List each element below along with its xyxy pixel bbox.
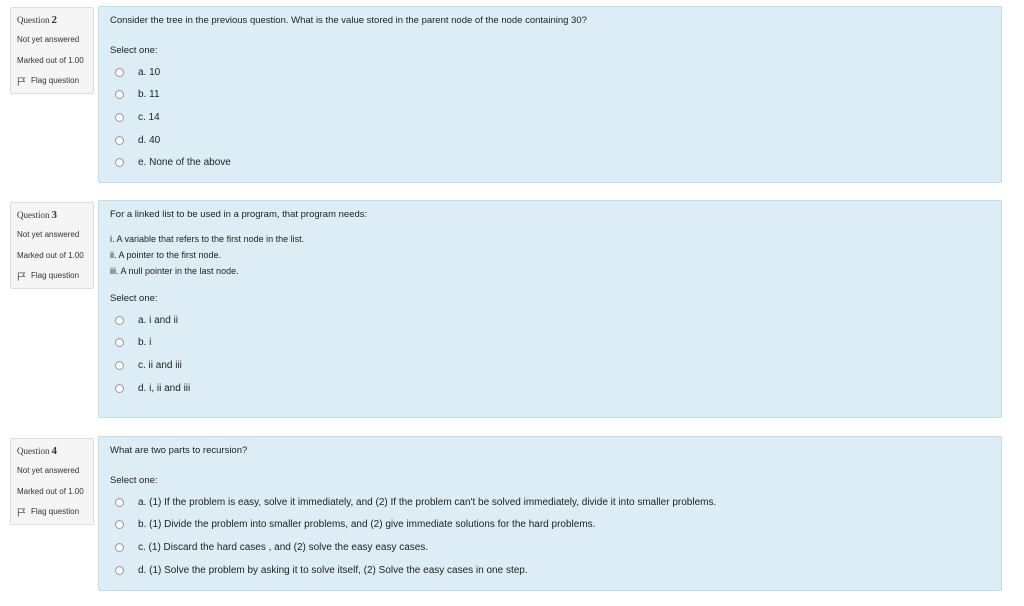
radio-button[interactable] xyxy=(115,520,124,530)
answer-options: a. 10 b. 11 c. 14 d. 40 e. None of the a… xyxy=(110,61,990,174)
question-number-value: 4 xyxy=(51,445,58,457)
question-content: What are two parts to recursion? Select … xyxy=(98,436,1002,591)
question-grade: Marked out of 1.00 xyxy=(17,251,84,260)
radio-button[interactable] xyxy=(115,338,124,348)
question-content: For a linked list to be used in a progra… xyxy=(98,200,1002,418)
answer-option-c[interactable]: c. (1) Discard the hard cases , and (2) … xyxy=(110,536,990,559)
question-label: Question xyxy=(17,210,50,220)
question-info-panel: Question 2 Not yet answered Marked out of… xyxy=(10,7,94,94)
question-info-panel: Question 3 Not yet answered Marked out of… xyxy=(10,202,94,289)
select-one-prompt: Select one: xyxy=(110,475,158,486)
question-grade: Marked out of 1.00 xyxy=(17,487,84,496)
radio-button[interactable] xyxy=(115,542,124,552)
option-label: e. None of the above xyxy=(138,157,231,169)
option-label: b. 11 xyxy=(138,89,160,101)
question-state: Not yet answered xyxy=(17,466,80,475)
question-label: Question xyxy=(17,446,50,456)
select-one-prompt: Select one: xyxy=(110,293,158,304)
question-number-value: 2 xyxy=(51,14,58,26)
question-grade: Marked out of 1.00 xyxy=(17,56,84,65)
option-label: d. (1) Solve the problem by asking it to… xyxy=(138,564,528,576)
subline-i: i. A variable that refers to the first n… xyxy=(110,234,305,244)
question-state: Not yet answered xyxy=(17,230,80,239)
question-sublines: i. A variable that refers to the first n… xyxy=(110,231,990,279)
question-number-value: 3 xyxy=(51,209,58,221)
radio-button[interactable] xyxy=(115,135,124,145)
radio-button[interactable] xyxy=(115,112,124,122)
radio-button[interactable] xyxy=(115,497,124,507)
question-number: Question 3 xyxy=(17,209,87,221)
subline-iii: iii. A null pointer in the last node. xyxy=(110,266,239,276)
answer-option-d[interactable]: d. 40 xyxy=(110,129,990,152)
question-info-panel: Question 4 Not yet answered Marked out of… xyxy=(10,438,94,525)
option-label: a. (1) If the problem is easy, solve it … xyxy=(138,496,717,508)
flag-question-label: Flag question xyxy=(31,76,80,85)
answer-option-b[interactable]: b. i xyxy=(110,332,990,355)
answer-option-a[interactable]: a. i and ii xyxy=(110,309,990,332)
question-number: Question 2 xyxy=(17,14,87,26)
answer-option-c[interactable]: c. ii and iii xyxy=(110,354,990,377)
answer-options: a. i and ii b. i c. ii and iii d. i, ii … xyxy=(110,309,990,399)
option-label: c. ii and iii xyxy=(138,359,182,371)
question-text: For a linked list to be used in a progra… xyxy=(110,209,368,220)
flag-question-link[interactable]: Flag question xyxy=(17,76,87,86)
question-label: Question xyxy=(17,15,50,25)
radio-button[interactable] xyxy=(115,90,124,100)
radio-button[interactable] xyxy=(115,383,124,393)
option-label: a. 10 xyxy=(138,66,161,78)
flag-question-label: Flag question xyxy=(31,271,80,280)
answer-option-c[interactable]: c. 14 xyxy=(110,106,990,129)
radio-button[interactable] xyxy=(115,158,124,168)
answer-option-a[interactable]: a. 10 xyxy=(110,61,990,84)
question-text: Consider the tree in the previous questi… xyxy=(110,15,587,26)
flag-icon xyxy=(17,271,26,281)
question-state: Not yet answered xyxy=(17,35,80,44)
option-label: d. 40 xyxy=(138,134,161,146)
answer-option-a[interactable]: a. (1) If the problem is easy, solve it … xyxy=(110,491,990,514)
flag-question-link[interactable]: Flag question xyxy=(17,507,87,517)
answer-option-d[interactable]: d. (1) Solve the problem by asking it to… xyxy=(110,559,990,582)
select-one-prompt: Select one: xyxy=(110,45,158,56)
answer-option-b[interactable]: b. (1) Divide the problem into smaller p… xyxy=(110,514,990,537)
answer-option-b[interactable]: b. 11 xyxy=(110,84,990,107)
radio-button[interactable] xyxy=(115,315,124,325)
question-number: Question 4 xyxy=(17,445,87,457)
radio-button[interactable] xyxy=(115,360,124,370)
answer-options: a. (1) If the problem is easy, solve it … xyxy=(110,491,990,581)
option-label: c. 14 xyxy=(138,111,160,123)
flag-question-label: Flag question xyxy=(31,507,80,516)
answer-option-d[interactable]: d. i, ii and iii xyxy=(110,377,990,400)
flag-icon xyxy=(17,76,26,86)
flag-question-link[interactable]: Flag question xyxy=(17,271,87,281)
option-label: b. (1) Divide the problem into smaller p… xyxy=(138,519,596,531)
option-label: d. i, ii and iii xyxy=(138,382,191,394)
option-label: a. i and ii xyxy=(138,314,179,326)
answer-option-e[interactable]: e. None of the above xyxy=(110,151,990,174)
question-text: What are two parts to recursion? xyxy=(110,445,248,456)
question-content: Consider the tree in the previous questi… xyxy=(98,6,1002,183)
flag-icon xyxy=(17,507,26,517)
subline-ii: ii. A pointer to the first node. xyxy=(110,250,222,260)
option-label: c. (1) Discard the hard cases , and (2) … xyxy=(138,541,429,553)
radio-button[interactable] xyxy=(115,67,124,77)
radio-button[interactable] xyxy=(115,565,124,575)
option-label: b. i xyxy=(138,337,152,349)
